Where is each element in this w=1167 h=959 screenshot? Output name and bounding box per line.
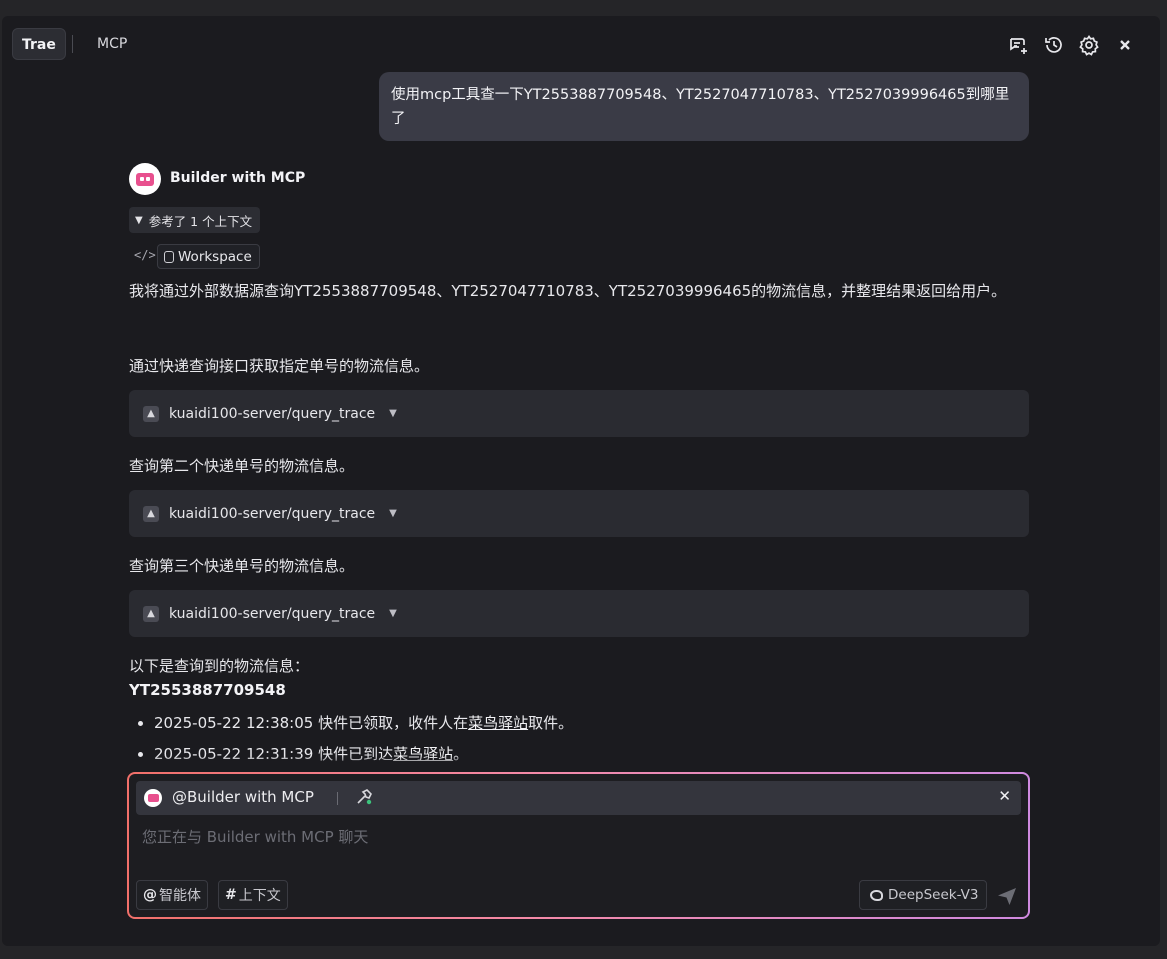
code-icon: </> — [134, 248, 156, 262]
context-chip-button[interactable]: # 上下文 — [218, 880, 288, 910]
user-message: 使用mcp工具查一下YT2553887709548、YT252704771078… — [379, 72, 1029, 141]
chevron-down-icon[interactable]: ▼ — [389, 608, 397, 619]
panel-header: Trae MCP — [2, 16, 1160, 74]
list-item: 2025-05-22 12:38:05 快件已领取，收件人在菜鸟驿站取件。 — [129, 709, 1029, 740]
context-toggle-label: 参考了 1 个上下文 — [148, 213, 253, 229]
context-chip-label: 上下文 — [238, 888, 281, 904]
close-icon[interactable] — [1114, 34, 1136, 56]
hash-icon: # — [225, 887, 237, 903]
tool-call-card[interactable]: ▲ kuaidi100-server/query_trace ▼ — [129, 490, 1029, 537]
tab-divider — [72, 35, 73, 53]
mcp-tool-icon: ▲ — [143, 605, 159, 622]
remove-agent-icon[interactable]: ✕ — [998, 787, 1011, 805]
composer: @Builder with MCP ✕ 您正在与 Builder with MC… — [127, 772, 1030, 919]
agent-chip-label: 智能体 — [159, 888, 201, 904]
results-intro: 以下是查询到的物流信息： — [129, 657, 310, 675]
tab-trae[interactable]: Trae — [12, 28, 66, 60]
agent-chip-button[interactable]: @ 智能体 — [136, 880, 208, 910]
tools-icon[interactable] — [354, 787, 374, 807]
model-selector[interactable]: DeepSeek-V3 — [859, 880, 988, 910]
database-icon — [164, 250, 174, 263]
mcp-tool-icon: ▲ — [143, 505, 159, 522]
result-item-suffix: 取件。 — [528, 714, 574, 732]
deepseek-icon — [870, 889, 883, 901]
tool-call-card[interactable]: ▲ kuaidi100-server/query_trace ▼ — [129, 590, 1029, 637]
agent-name: Builder with MCP — [170, 170, 306, 186]
history-icon[interactable] — [1043, 34, 1065, 56]
result-item-link[interactable]: 菜鸟驿站 — [468, 714, 528, 732]
context-toggle[interactable]: ▼ 参考了 1 个上下文 — [129, 207, 261, 233]
agent-mention: @Builder with MCP — [172, 788, 314, 806]
model-name: DeepSeek-V3 — [888, 887, 979, 903]
workspace-chip[interactable]: Workspace — [157, 244, 260, 269]
mcp-tool-icon: ▲ — [143, 405, 159, 422]
step-text-1: 通过快递查询接口获取指定单号的物流信息。 — [129, 357, 430, 375]
workspace-label: Workspace — [178, 248, 252, 265]
divider — [337, 792, 338, 805]
result-tracking-number: YT2553887709548 — [129, 681, 286, 699]
chat-panel: Trae MCP 使用mcp工具查一下YT2553887709548、YT252… — [2, 16, 1160, 946]
agent-avatar — [129, 163, 161, 195]
tool-call-name: kuaidi100-server/query_trace — [169, 505, 376, 522]
tab-mcp[interactable]: MCP — [97, 28, 127, 60]
tool-call-name: kuaidi100-server/query_trace — [169, 605, 376, 622]
message-input-placeholder[interactable]: 您正在与 Builder with MCP 聊天 — [142, 826, 368, 847]
chevron-down-icon[interactable]: ▼ — [389, 408, 397, 419]
settings-icon[interactable] — [1078, 34, 1100, 56]
result-item-text: 2025-05-22 12:38:05 快件已领取，收件人在 — [154, 714, 469, 732]
assistant-intro: 我将通过外部数据源查询YT2553887709548、YT25270477107… — [129, 282, 1007, 300]
tool-call-name: kuaidi100-server/query_trace — [169, 405, 376, 422]
step-text-3: 查询第三个快递单号的物流信息。 — [129, 557, 355, 575]
at-icon: @ — [143, 887, 157, 903]
new-chat-icon[interactable] — [1007, 34, 1029, 56]
chevron-down-icon: ▼ — [135, 214, 143, 226]
step-text-2: 查询第二个快递单号的物流信息。 — [129, 457, 355, 475]
composer-inner[interactable]: @Builder with MCP ✕ 您正在与 Builder with MC… — [129, 774, 1028, 917]
agent-avatar — [144, 789, 162, 807]
tool-call-card[interactable]: ▲ kuaidi100-server/query_trace ▼ — [129, 390, 1029, 437]
send-button[interactable] — [996, 885, 1018, 907]
agent-mention-bar: @Builder with MCP ✕ — [136, 781, 1021, 815]
chevron-down-icon[interactable]: ▼ — [389, 508, 397, 519]
